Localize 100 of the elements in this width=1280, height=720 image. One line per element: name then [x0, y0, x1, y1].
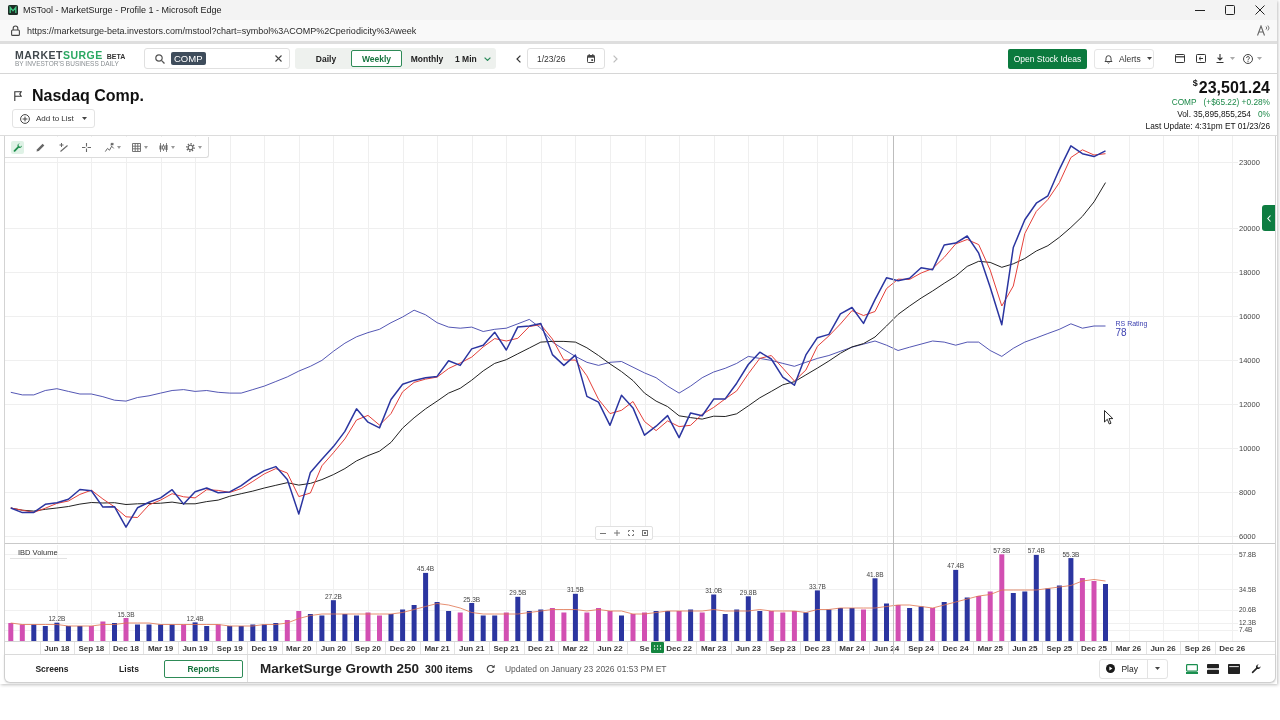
x-axis-label: Dec 25 [1081, 644, 1107, 653]
download-icon[interactable] [1216, 54, 1224, 63]
x-axis-label: Sep 23 [769, 644, 796, 653]
x-axis-label: Dec 22 [666, 644, 692, 653]
search-icon [155, 53, 165, 64]
screen-arrow-icon[interactable] [1196, 54, 1206, 63]
volume-label: Vol. 35,895,855,254 [1177, 108, 1251, 120]
x-axis-label: Mar 24 [839, 644, 865, 653]
crosshair-icon[interactable] [80, 140, 93, 154]
x-axis-label: Sep 18 [78, 644, 105, 653]
chevron-left-icon[interactable] [516, 54, 521, 63]
x-axis-label: Jun 21 [459, 644, 485, 653]
x-axis-label: Mar 23 [701, 644, 727, 653]
address-url[interactable]: https://marketsurge-beta.investors.com/mstool?chart=symbol%3ACOMP%2Cperiodicity%3Aweek [27, 25, 417, 36]
x-axis-label: Mar 25 [977, 644, 1003, 653]
x-axis-label: Sep 24 [908, 644, 934, 653]
x-axis-label: Dec 24 [942, 644, 969, 653]
flag-icon[interactable] [14, 91, 22, 101]
symbol-search-field[interactable]: COMP [144, 48, 290, 69]
window-title: MSTool - MarketSurge - Profile 1 - Microsoft Edge [23, 5, 222, 15]
x-axis-label: Sep 26 [1184, 644, 1211, 653]
caret-icon[interactable] [1155, 667, 1160, 670]
x-axis-label: Jun 25 [1012, 644, 1038, 653]
x-axis-label: Jun 22 [597, 644, 623, 653]
x-axis-label: Jun 23 [735, 644, 761, 653]
caret-icon [82, 117, 87, 120]
period-tab[interactable]: Daily [306, 50, 346, 67]
help-icon[interactable] [1243, 53, 1253, 64]
alerts-dropdown[interactable]: Alerts [1094, 48, 1154, 69]
x-axis-label: Dec 21 [527, 644, 554, 653]
x-axis-label: Mar 19 [147, 644, 174, 653]
item-count: 300 items [425, 662, 473, 675]
x-axis-label: Jun 19 [182, 644, 208, 653]
last-update-label: Last Update: 4:31pm ET 01/23/26 [1145, 120, 1270, 132]
add-to-list-button[interactable]: Add to List [12, 109, 95, 128]
two-rows-icon[interactable] [1207, 663, 1219, 674]
brand-wordmark: SURGE [62, 49, 103, 60]
maximize-icon[interactable] [1225, 5, 1235, 15]
minimize-icon[interactable] [1195, 9, 1205, 11]
x-axis-label: Jun 26 [1150, 644, 1176, 653]
trend-line-icon[interactable] [57, 140, 70, 154]
last-price: $^{$}$23,501.24 [1192, 79, 1270, 96]
x-axis-label: Sep 20 [355, 644, 381, 653]
period-tab[interactable]: Weekly [351, 50, 402, 67]
updated-timestamp: Updated on January 23 2026 01:53 PM ET [504, 663, 667, 674]
close-icon[interactable] [1255, 5, 1265, 15]
side-panel-tab[interactable] [1262, 205, 1275, 231]
chevron-down-icon [483, 56, 491, 61]
period-tab[interactable]: Monthly [407, 50, 447, 67]
caret-icon [1146, 57, 1152, 60]
reset-view-icon[interactable] [642, 530, 648, 536]
play-icon [1106, 664, 1116, 673]
panel-tab[interactable]: Reports [164, 659, 243, 678]
zoom-in-icon[interactable] [614, 530, 620, 536]
x-axis-label: Sep 21 [493, 644, 520, 653]
x-axis-label: Dec 26 [1219, 644, 1246, 653]
security-name: Nasdaq Comp. [32, 87, 144, 105]
x-axis-label: Dec 19 [251, 644, 278, 653]
app-icon [8, 5, 18, 15]
gear-icon[interactable] [184, 140, 197, 154]
rs-rating-value: 78 [1115, 328, 1127, 338]
x-axis-label: Sep 25 [1046, 644, 1073, 653]
x-axis-label: Dec 18 [113, 644, 139, 653]
zigzag-flag-icon[interactable] [103, 140, 116, 154]
clear-icon[interactable] [275, 55, 282, 62]
scroll-handle[interactable] [651, 642, 664, 653]
grid-icon[interactable] [130, 140, 143, 154]
price-change: (+$65.22) +0.28% [1203, 96, 1270, 108]
interval-dropdown[interactable]: 1 Min [455, 53, 491, 64]
x-axis-label: Dec 20 [389, 644, 416, 653]
chevron-left-icon [1266, 214, 1271, 222]
x-axis-label: Mar 26 [1115, 644, 1142, 653]
x-axis-label: Jun 18 [44, 644, 70, 653]
open-stock-ideas-button[interactable]: Open Stock Ideas [1008, 48, 1087, 69]
symbol-label: COMP [1171, 96, 1197, 108]
panel-tab[interactable]: Screens [17, 659, 87, 678]
fit-screen-icon[interactable] [628, 530, 634, 536]
play-button[interactable]: Play [1100, 659, 1148, 678]
x-axis-label: Dec 23 [804, 644, 831, 653]
mouse-pointer-icon [1104, 410, 1114, 425]
window-icon[interactable] [1175, 54, 1185, 63]
list-title: MarketSurge Growth 250 [260, 661, 420, 676]
read-aloud-icon[interactable] [1257, 25, 1270, 36]
lock-icon [11, 25, 20, 36]
date-field[interactable]: 1/23/26 [527, 48, 605, 69]
brand-wordmark: MARKET [15, 49, 63, 60]
panel-tab[interactable]: Lists [104, 659, 154, 678]
single-panel-icon[interactable] [1228, 663, 1240, 674]
bell-icon [1104, 53, 1113, 64]
monitor-icon[interactable] [1186, 663, 1198, 674]
volume-change: 0% [1258, 108, 1270, 120]
candlestick-icon[interactable] [157, 140, 170, 154]
wrench-icon[interactable] [1251, 663, 1261, 674]
x-axis-label: Mar 21 [424, 644, 450, 653]
plus-circle-icon [20, 113, 30, 124]
refresh-icon[interactable] [485, 664, 495, 673]
x-axis-label: Se [639, 644, 650, 653]
x-axis-label: Mar 20 [286, 644, 312, 653]
x-axis-label: Mar 22 [562, 644, 589, 653]
x-axis-label: Jun 20 [320, 644, 347, 653]
